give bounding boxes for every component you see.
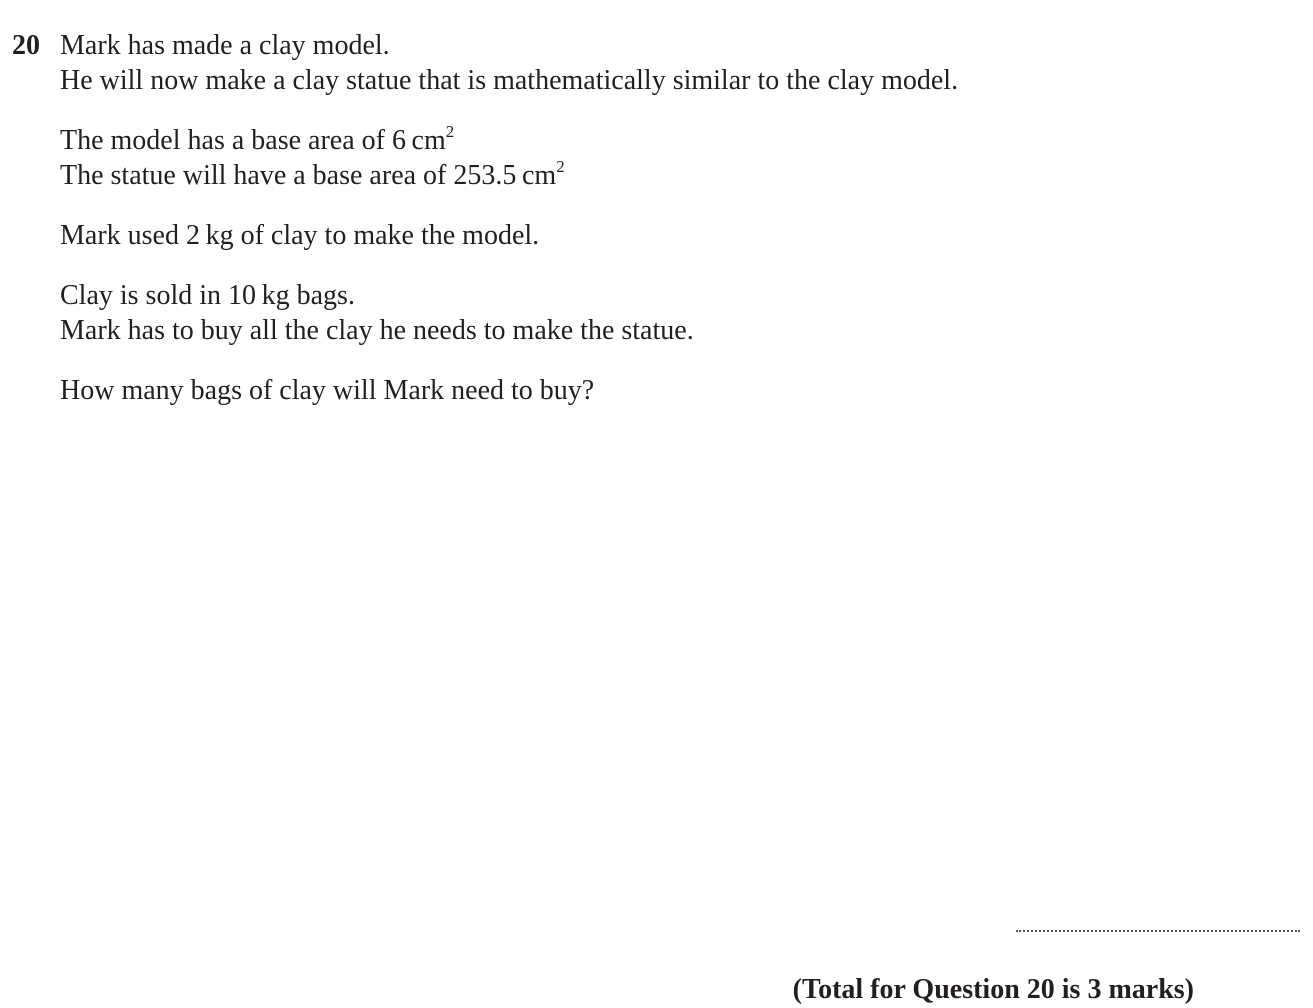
text-line: Clay is sold in 10 kg bags. [60, 280, 355, 311]
paragraph-intro: Mark has made a clay model. He will now … [60, 28, 1240, 98]
text-line: Mark has to buy all the clay he needs to… [60, 315, 694, 346]
text-line-statue-area: The statue will have a base area of 253.… [60, 158, 1240, 193]
text-line: He will now make a clay statue that is m… [60, 65, 959, 96]
total-marks: (Total for Question 20 is 3 marks) [792, 974, 1194, 1005]
paragraph-clay-used: Mark used 2 kg of clay to make the model… [60, 218, 1240, 253]
statue-area-text: The statue will have a base area of 253.… [60, 160, 557, 191]
paragraph-bags: Clay is sold in 10 kg bags. Mark has to … [60, 278, 1240, 348]
paragraph-areas: The model has a base area of 6 cm2 The s… [60, 123, 1240, 193]
superscript: 2 [556, 156, 565, 176]
text-line: Mark used 2 kg of clay to make the model… [60, 220, 540, 251]
text-line-model-area: The model has a base area of 6 cm2 [60, 123, 1240, 158]
question-body: Mark has made a clay model. He will now … [60, 28, 1240, 433]
superscript: 2 [445, 121, 455, 141]
text-line: Mark has made a clay model. [60, 30, 390, 61]
answer-line[interactable] [1016, 930, 1300, 932]
model-area-text: The model has a base area of 6 cm [60, 125, 446, 156]
question-number: 20 [12, 30, 40, 61]
text-line: How many bags of clay will Mark need to … [60, 375, 595, 406]
paragraph-question: How many bags of clay will Mark need to … [60, 373, 1240, 408]
